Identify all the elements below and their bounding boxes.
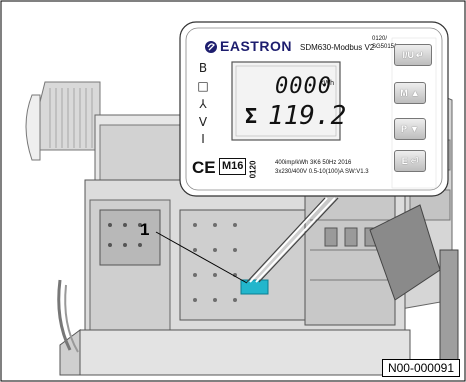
side-symbol-b: B [198,61,208,75]
down-arrow-icon: ▼ [410,124,419,134]
side-symbol-i: I [201,132,205,146]
lcd-unit: kWh [320,80,334,87]
spec-line-2: 3x230/400V 0.5-10(100)A SW:V1.3 [275,169,369,175]
brand-label: EASTRON [220,38,292,54]
button-iu-label: I/U [402,50,414,60]
figure: EASTRON SDM630-Modbus V2 0120/ SG50151 B… [0,0,466,382]
enter-arrow-icon: ⏎ [410,155,419,166]
lcd-sigma-symbol: Σ [245,104,258,128]
callout-1-label: 1 [140,220,150,239]
button-p-label: P [401,124,408,134]
button-iu[interactable]: I/U ↵ [394,44,432,66]
side-symbol-v: V [198,115,208,129]
side-symbol-square: □ [197,79,209,93]
button-p[interactable]: P ▼ [394,118,426,140]
spec-line-1: 400imp/kWh 3K6 50Hz 2016 [275,160,352,166]
up-arrow-icon: ▲ [410,88,420,98]
model-label: SDM630-Modbus V2 [300,43,375,52]
lcd-main-reading: 119.2 [268,101,347,131]
button-e-label: E [401,156,408,166]
ce-mark: CE [192,158,216,177]
return-arrow-icon: ↵ [415,49,424,60]
side-symbol-phase: ⅄ [199,97,207,111]
eastron-logo-icon [205,41,217,53]
notified-body-number: 0120 [248,160,258,179]
metrology-mark: M16 [219,158,247,175]
button-m-label: M [400,88,408,98]
button-m[interactable]: M ▲ [394,82,426,104]
figure-reference: N00-000091 [381,359,460,377]
cert-top-label: 0120/ [372,36,388,42]
button-e[interactable]: E ⏎ [394,150,426,172]
